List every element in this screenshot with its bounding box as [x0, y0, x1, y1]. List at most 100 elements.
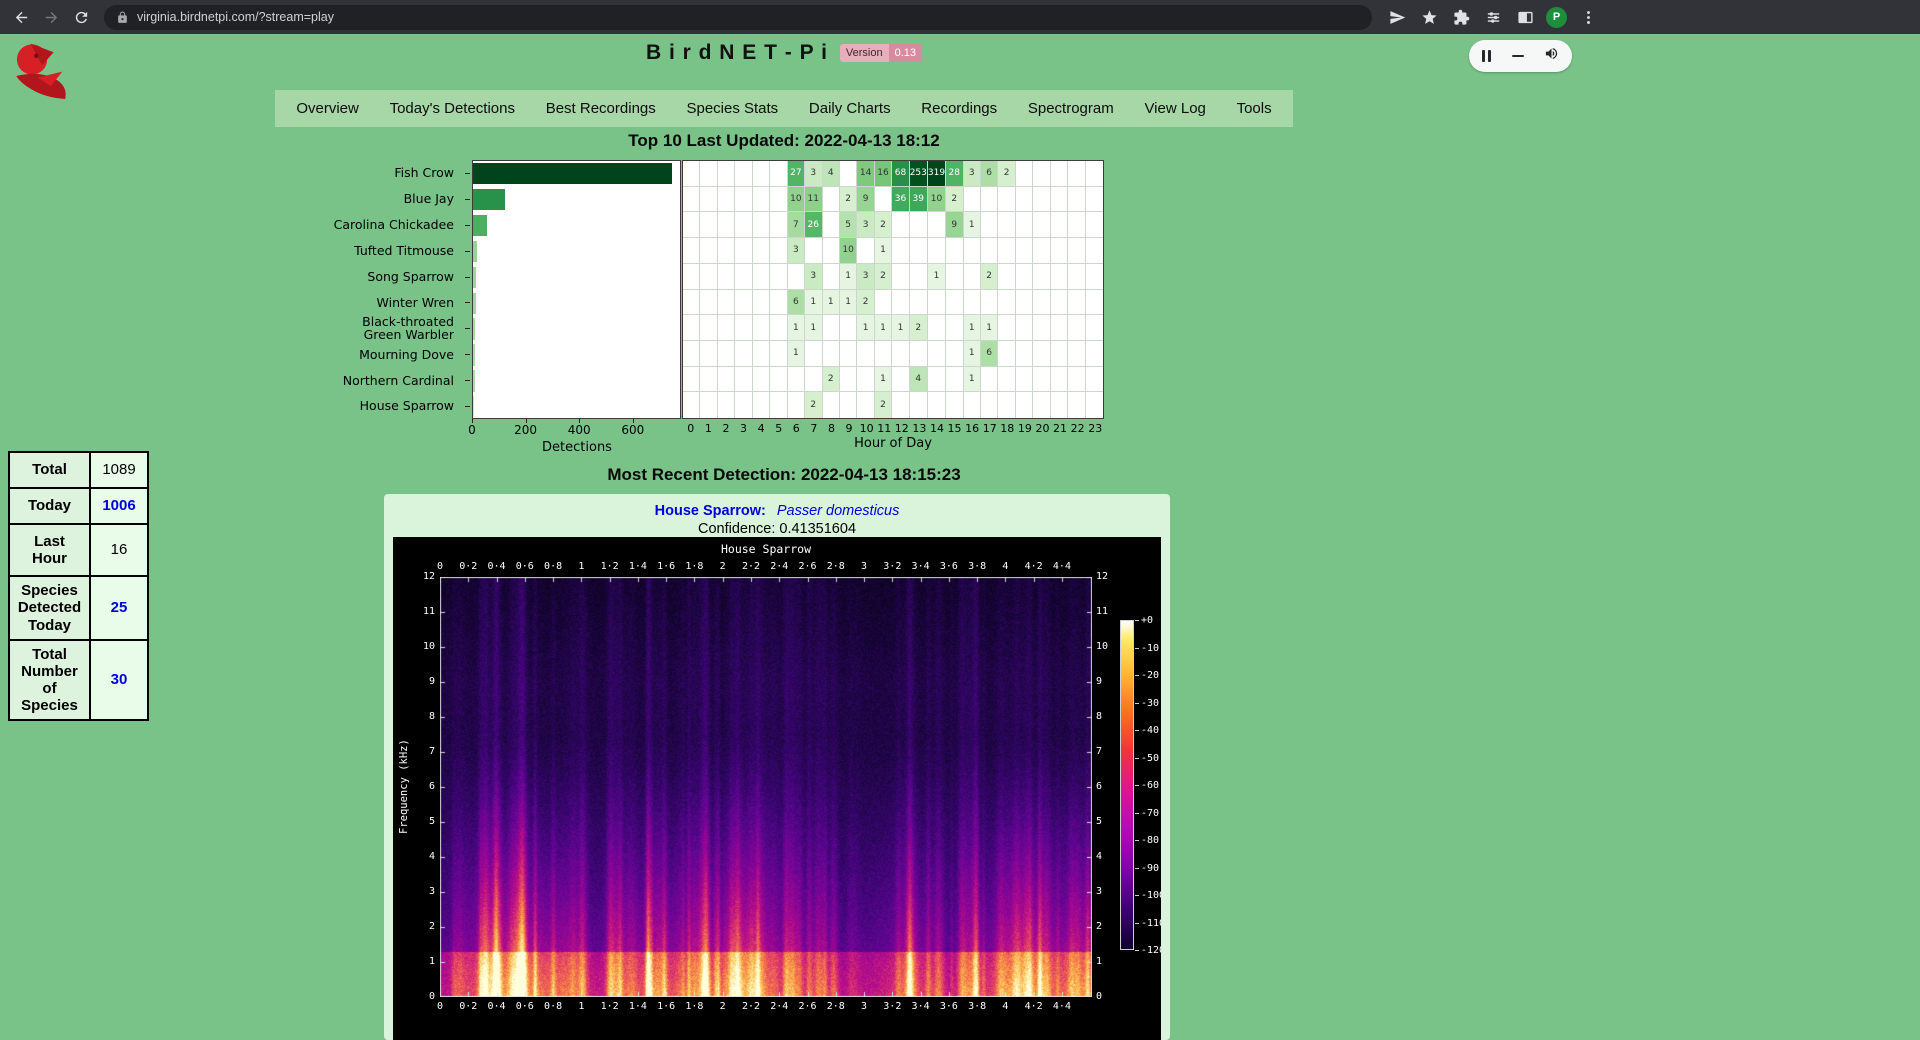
equalizer-icon[interactable] [1480, 4, 1506, 30]
menu-kebab-icon[interactable] [1575, 4, 1601, 30]
heatmap-cell [735, 187, 752, 213]
heatmap-cell: 14 [857, 161, 874, 187]
audio-player[interactable] [1469, 40, 1572, 72]
stat-value-link[interactable]: 30 [111, 671, 128, 688]
spectrogram-time-tick: 4·2 [1019, 561, 1049, 572]
species-scientific-name-link[interactable]: Passer domesticus [777, 503, 900, 519]
detections-bar [473, 344, 475, 365]
colorbar-tick: +0 [1141, 615, 1153, 626]
heatmap-cell: 3 [805, 161, 822, 187]
extensions-puzzle-icon[interactable] [1448, 4, 1474, 30]
heatmap-cell [1086, 161, 1103, 187]
spectrogram-freq-tick: 9 [401, 676, 435, 687]
spectrogram-freq-tick: 8 [1096, 711, 1130, 722]
address-bar[interactable]: virginia.birdnetpi.com/?stream=play [104, 5, 1372, 30]
heatmap-cell: 1 [964, 212, 981, 238]
species-label: Mourning Dove [330, 341, 462, 367]
site-info-lock-icon[interactable] [116, 11, 129, 24]
heatmap-cell [735, 238, 752, 264]
spectrogram-freq-tick: 10 [1096, 641, 1130, 652]
player-scrubber[interactable] [1512, 55, 1524, 57]
nav-item-tools[interactable]: Tools [1237, 100, 1272, 117]
spectrogram-time-tick: 4·4 [1047, 1001, 1077, 1012]
detections-bar [473, 241, 477, 262]
profile-avatar[interactable]: P [1546, 7, 1567, 28]
nav-item-spectrogram[interactable]: Spectrogram [1028, 100, 1114, 117]
heatmap-cell [718, 290, 735, 316]
side-panel-icon[interactable] [1512, 4, 1538, 30]
spectrogram-time-tick: 1·6 [651, 1001, 681, 1012]
nav-item-daily-charts[interactable]: Daily Charts [809, 100, 891, 117]
colorbar-tick: -70 [1141, 808, 1159, 819]
reload-icon[interactable] [68, 4, 94, 30]
spectrogram-time-tick: 3 [849, 561, 879, 572]
heatmap-cell [700, 187, 717, 213]
hour-axis-tick: 21 [1051, 422, 1069, 435]
nav-item-best-recordings[interactable]: Best Recordings [546, 100, 656, 117]
bookmark-star-icon[interactable] [1416, 4, 1442, 30]
heatmap-cell [1051, 315, 1068, 341]
stats-row: Today1006 [9, 488, 148, 524]
heatmap-cell: 3 [788, 238, 805, 264]
heatmap-cell: 2 [875, 212, 892, 238]
version-badge: Version 0.13 [840, 44, 922, 62]
spectrogram-canvas [440, 577, 1092, 997]
heatmap-cell: 319 [928, 161, 946, 187]
heatmap-cell: 1 [875, 315, 892, 341]
heatmap-cell: 1 [875, 367, 892, 393]
colorbar-tick: -80 [1141, 835, 1159, 846]
bar-axis-label: Detections [477, 440, 677, 455]
volume-icon[interactable] [1544, 46, 1559, 66]
species-axis: Fish CrowBlue JayCarolina ChickadeeTufte… [330, 160, 462, 419]
heatmap-cell [1033, 238, 1050, 264]
species-common-name-link[interactable]: House Sparrow: [655, 503, 766, 519]
heatmap-cell [753, 290, 770, 316]
spectrogram-time-tick: 3·4 [906, 561, 936, 572]
heatmap-cell: 2 [875, 392, 892, 418]
hour-axis-tick: 15 [946, 422, 964, 435]
spectrogram-title: House Sparrow [440, 542, 1092, 556]
heatmap-cell [1033, 367, 1050, 393]
stat-value: 25 [90, 576, 148, 640]
heatmap-cell [1033, 392, 1050, 418]
nav-item-overview[interactable]: Overview [296, 100, 359, 117]
back-icon[interactable] [8, 4, 34, 30]
page-header: B i r d N E T - P i Version 0.13 [0, 38, 1568, 68]
heatmap-cell: 3 [805, 264, 822, 290]
heatmap-cell [840, 341, 857, 367]
spectrogram-time-tick: 2 [708, 561, 738, 572]
stats-row: Species Detected Today25 [9, 576, 148, 640]
browser-chrome: virginia.birdnetpi.com/?stream=play P [0, 0, 1920, 34]
spectrogram-time-tick: 0·8 [538, 561, 568, 572]
pause-icon[interactable] [1482, 50, 1491, 62]
heatmap-cell [770, 212, 787, 238]
heatmap-cell [928, 290, 946, 316]
heatmap-cell [700, 212, 717, 238]
heatmap-cell: 2 [981, 264, 998, 290]
heatmap-cell [1016, 264, 1033, 290]
heatmap-cell: 4 [823, 161, 840, 187]
forward-icon[interactable] [38, 4, 64, 30]
species-label: Winter Wren [330, 289, 462, 315]
stat-value-link[interactable]: 25 [111, 599, 128, 616]
stat-value-link[interactable]: 1006 [102, 497, 135, 514]
main-nav: Overview Today's Detections Best Recording… [275, 90, 1293, 127]
heatmap-cell [928, 367, 946, 393]
bar-axis-tick: 200 [506, 423, 546, 437]
spectrogram-freq-tick: 2 [1096, 921, 1130, 932]
heatmap-cell [1016, 341, 1033, 367]
send-icon[interactable] [1384, 4, 1410, 30]
heatmap-cell: 26 [805, 212, 822, 238]
heatmap-cell [1086, 341, 1103, 367]
nav-item-species-stats[interactable]: Species Stats [686, 100, 778, 117]
nav-item-view-log[interactable]: View Log [1144, 100, 1205, 117]
heatmap-cell [981, 187, 998, 213]
nav-item-recordings[interactable]: Recordings [921, 100, 997, 117]
hour-axis-tick: 12 [893, 422, 911, 435]
heatmap-cell [753, 187, 770, 213]
heatmap-cell [1051, 187, 1068, 213]
heatmap-cell: 4 [910, 367, 928, 393]
spectrogram-time-tick: 3·8 [962, 1001, 992, 1012]
heatmap-cell [683, 212, 700, 238]
nav-item-today-s-detections[interactable]: Today's Detections [390, 100, 515, 117]
